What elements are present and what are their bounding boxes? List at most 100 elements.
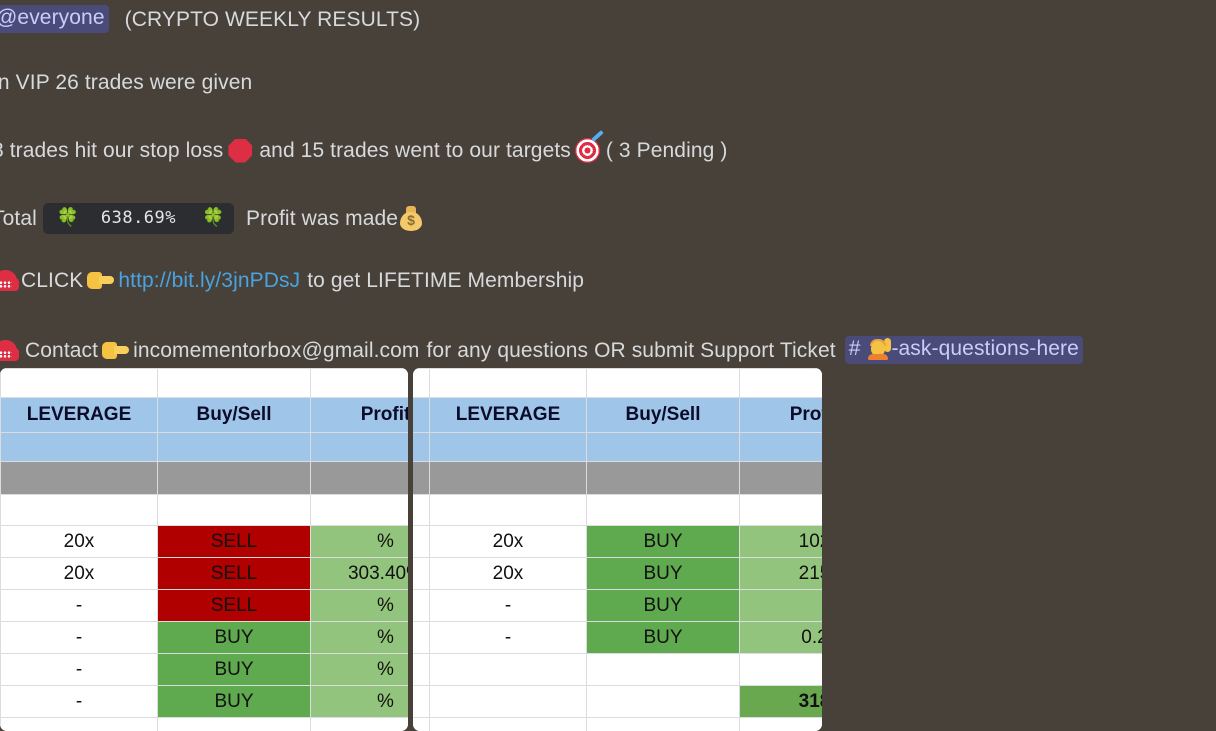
cell-symbol-edge: T	[413, 557, 430, 590]
table-row	[0, 461, 408, 495]
cell-blank	[429, 461, 587, 495]
table-row	[0, 432, 408, 462]
message-line-stoploss: 8 trades hit our stop loss and 15 trades…	[0, 138, 727, 163]
cell-blank	[310, 717, 408, 731]
cell-blank	[429, 653, 587, 686]
table-row: - BUY %	[0, 685, 408, 718]
cell-blank	[586, 717, 740, 731]
cell-blank	[0, 461, 158, 495]
cell-profit	[739, 589, 822, 622]
cell-side: BUY	[586, 525, 740, 558]
cell-side: SELL	[157, 589, 311, 622]
table-row: T 20x BUY 215	[413, 557, 822, 590]
cell-blank	[413, 685, 430, 718]
cell-blank	[310, 494, 408, 526]
cell-blank	[413, 717, 430, 731]
cell-blank	[0, 432, 158, 462]
table-row	[413, 494, 822, 526]
cell-blank	[0, 717, 158, 731]
table-row	[0, 717, 408, 731]
cell-side: BUY	[586, 621, 740, 654]
cell-profit: 0.2	[739, 621, 822, 654]
four-leaf-clover-icon-left: 🍀	[56, 207, 80, 228]
table-row: - SELL %	[0, 589, 408, 622]
table-row	[413, 717, 822, 731]
table-row	[413, 368, 822, 398]
cell-symbol	[413, 621, 430, 654]
stoploss-text: 8 trades hit our stop loss	[0, 139, 224, 162]
cell-blank	[429, 432, 587, 462]
mention-everyone[interactable]: @everyone	[0, 5, 109, 34]
cell-blank	[157, 461, 311, 495]
cell-blank	[413, 432, 430, 462]
targets-text: and 15 trades went to our targets	[259, 139, 571, 162]
cell-blank	[429, 717, 587, 731]
message-title: (CRYPTO WEEKLY RESULTS)	[124, 7, 421, 31]
pointing-right-icon-click	[87, 270, 115, 291]
cell-leverage: -	[0, 589, 158, 622]
vip-trades-text: In VIP 26 trades were given	[0, 71, 253, 94]
cell-profit: 303.40%	[310, 557, 408, 590]
cell-blank	[0, 368, 158, 398]
table-header-row: LEVERAGE Buy/Sell Profit	[413, 397, 822, 433]
message-line-vip: In VIP 26 trades were given	[0, 72, 252, 93]
table-row: 20x BUY 102	[413, 525, 822, 558]
cell-blank	[739, 368, 822, 398]
channel-mention-ask-questions-here[interactable]: # -ask-questions-here	[844, 336, 1083, 365]
left-results-table: LEVERAGE Buy/Sell Profit 20x SELL % 20x …	[0, 368, 408, 731]
cell-side: SELL	[157, 557, 311, 590]
cell-symbol	[413, 525, 430, 558]
cell-blank	[429, 494, 587, 526]
telephone-icon-click	[0, 270, 19, 291]
cell-leverage: -	[0, 621, 158, 654]
cell-blank	[586, 653, 740, 686]
cell-profit: %	[310, 685, 408, 718]
person-raising-hand-icon	[867, 338, 892, 360]
cell-blank	[310, 368, 408, 398]
table-row	[413, 653, 822, 686]
cell-leverage: 20x	[0, 525, 158, 558]
hash-icon: #	[848, 337, 861, 360]
cell-blank	[739, 461, 822, 495]
click-label: CLICK	[21, 269, 84, 292]
telephone-icon-contact	[0, 339, 19, 361]
table-row: - BUY	[413, 589, 822, 622]
cell-blank	[413, 461, 430, 495]
cell-blank	[0, 494, 158, 526]
table-row: - BUY %	[0, 621, 408, 654]
cell-leverage: -	[429, 621, 587, 654]
table-header-row: LEVERAGE Buy/Sell Profit	[0, 397, 408, 433]
cell-blank	[586, 432, 740, 462]
right-spreadsheet-image[interactable]: LEVERAGE Buy/Sell Profit	[413, 368, 822, 731]
col-header-buysell: Buy/Sell	[157, 397, 311, 433]
cell-side: BUY	[157, 653, 311, 686]
cell-profit: 102	[739, 525, 822, 558]
cell-symbol	[413, 589, 430, 622]
pending-text: ( 3 Pending )	[605, 139, 728, 162]
cell-total-profit: 318	[739, 685, 822, 718]
table-row: 20x SELL %	[0, 525, 408, 558]
message-line-total: Total 🍀 638.69% 🍀 Profit was made $	[0, 203, 424, 234]
cell-blank	[739, 653, 822, 686]
pointing-right-icon-contact	[102, 340, 130, 361]
cell-blank	[586, 685, 740, 718]
message-line-contact: Contact incomementorbox@gmail.com for an…	[0, 336, 1083, 365]
cell-blank	[739, 432, 822, 462]
table-row: - BUY 0.2	[413, 621, 822, 654]
col-header-leverage: LEVERAGE	[429, 397, 587, 433]
table-total-row: 318	[413, 685, 822, 718]
total-label: Total	[0, 207, 37, 230]
cell-blank	[413, 368, 430, 398]
cell-side: BUY	[586, 557, 740, 590]
cell-profit: 215	[739, 557, 822, 590]
membership-link[interactable]: http://bit.ly/3jnPDsJ	[118, 270, 300, 291]
cell-blank	[739, 494, 822, 526]
contact-label: Contact	[25, 338, 99, 362]
contact-suffix: for any questions OR submit Support Tick…	[426, 338, 836, 362]
left-spreadsheet-image[interactable]: LEVERAGE Buy/Sell Profit 20x SELL % 20x …	[0, 368, 408, 731]
spreadsheet-attachments: LEVERAGE Buy/Sell Profit 20x SELL % 20x …	[0, 368, 1216, 731]
cell-leverage: -	[0, 685, 158, 718]
cell-blank	[310, 461, 408, 495]
message-line-title: @everyone (CRYPTO WEEKLY RESULTS)	[0, 5, 421, 34]
cell-leverage: 20x	[429, 557, 587, 590]
